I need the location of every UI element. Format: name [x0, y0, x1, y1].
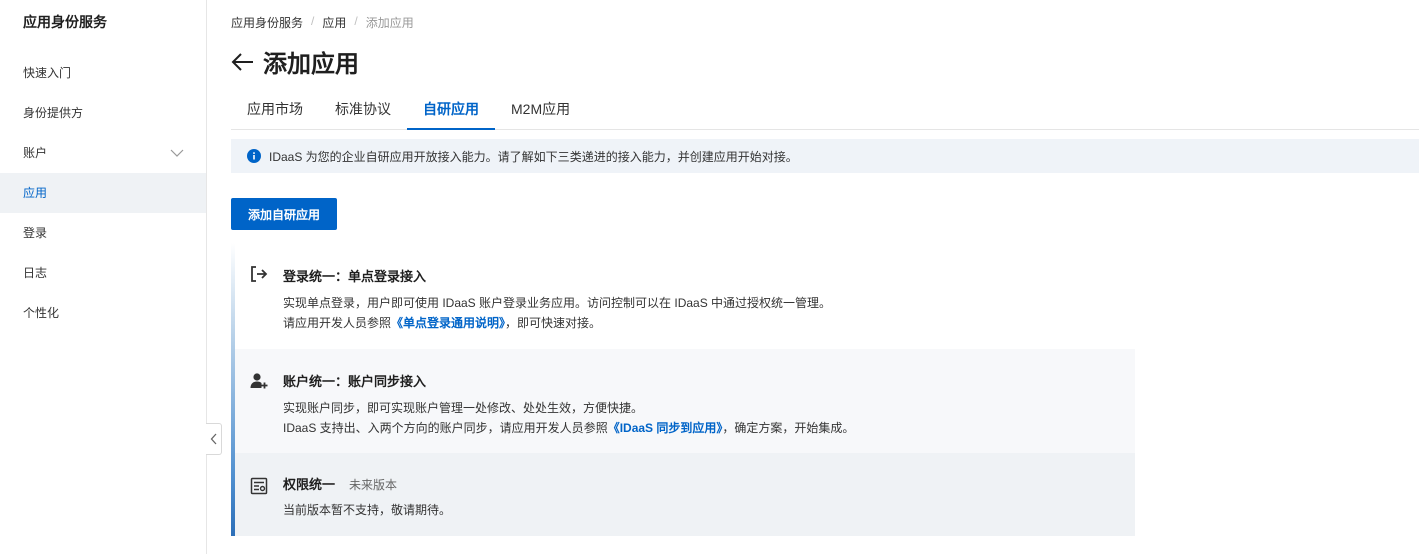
- back-arrow-icon[interactable]: [231, 50, 255, 74]
- sidebar-item-label: 账户: [23, 146, 48, 160]
- step-title: 账户统一：账户同步接入: [283, 374, 427, 389]
- sidebar-collapse-button[interactable]: [206, 423, 222, 455]
- step-description: 实现单点登录，用户即可使用 IDaaS 账户登录业务应用。访问控制可以在 IDa…: [283, 293, 831, 333]
- sidebar-item-login[interactable]: 登录: [0, 213, 206, 253]
- sidebar-item-identity-provider[interactable]: 身份提供方: [0, 93, 206, 133]
- sidebar-item-applications[interactable]: 应用: [0, 173, 206, 213]
- breadcrumb-separator: /: [354, 14, 358, 28]
- tab-m2m-app[interactable]: M2M应用: [495, 90, 586, 129]
- step-desc-line: 实现账户同步，即可实现账户管理一处修改、处处生效，方便快捷。: [283, 401, 644, 415]
- breadcrumb-item-current: 添加应用: [365, 16, 414, 30]
- sidebar-item-personalization[interactable]: 个性化: [0, 293, 206, 333]
- step-description: 当前版本暂不支持，敬请期待。: [283, 503, 452, 517]
- step-desc-line: 请应用开发人员参照《单点登录通用说明》，即可快速对接。: [283, 313, 831, 333]
- notice-text: IDaaS 为您的企业自研应用开放接入能力。请了解如下三类递进的接入能力，并创建…: [269, 149, 798, 164]
- step-desc-text: ，确定方案，开始集成。: [722, 421, 855, 435]
- step-permission: 权限统一 未来版本 当前版本暂不支持，敬请期待。: [235, 453, 1135, 536]
- step-title-text: 权限统一: [283, 477, 336, 492]
- sidebar-item-quickstart[interactable]: 快速入门: [0, 53, 206, 93]
- step-desc-line: IDaaS 支持出、入两个方向的账户同步，请应用开发人员参照《IDaaS 同步到…: [283, 418, 854, 438]
- tab-standard-protocol[interactable]: 标准协议: [319, 90, 407, 129]
- chevron-left-icon: [210, 433, 216, 445]
- tab-app-market[interactable]: 应用市场: [231, 90, 319, 129]
- breadcrumb-item-service[interactable]: 应用身份服务: [231, 14, 303, 31]
- step-sso: 登录统一：单点登录接入 实现单点登录，用户即可使用 IDaaS 账户登录业务应用…: [235, 243, 1135, 349]
- sidebar: 应用身份服务 快速入门 身份提供方 账户 应用 登录 日志 个性化: [0, 0, 207, 554]
- idaas-sync-guide-link[interactable]: 《IDaaS 同步到应用》: [608, 421, 723, 435]
- sidebar-item-accounts[interactable]: 账户: [0, 133, 206, 173]
- step-desc-text: ，即可快速对接。: [505, 316, 602, 330]
- tab-bar: 应用市场 标准协议 自研应用 M2M应用: [231, 90, 1419, 130]
- user-add-icon: [250, 373, 268, 389]
- info-notice: IDaaS 为您的企业自研应用开放接入能力。请了解如下三类递进的接入能力，并创建…: [231, 139, 1419, 173]
- future-version-tag: 未来版本: [349, 478, 398, 492]
- tab-custom-app[interactable]: 自研应用: [407, 90, 495, 130]
- page-header: 添加应用: [231, 44, 359, 79]
- step-desc-line: 实现单点登录，用户即可使用 IDaaS 账户登录业务应用。访问控制可以在 IDa…: [283, 296, 832, 310]
- chevron-down-icon: [170, 133, 184, 173]
- info-icon: [247, 149, 261, 163]
- step-desc-text: IDaaS 支持出、入两个方向的账户同步，请应用开发人员参照: [283, 421, 608, 435]
- step-desc-text: 请应用开发人员参照: [283, 316, 392, 330]
- sidebar-title: 应用身份服务: [23, 14, 107, 30]
- add-custom-app-button[interactable]: 添加自研应用: [231, 198, 337, 230]
- breadcrumb: 应用身份服务 / 应用 / 添加应用: [231, 14, 414, 31]
- sidebar-item-logs[interactable]: 日志: [0, 253, 206, 293]
- step-description: 实现账户同步，即可实现账户管理一处修改、处处生效，方便快捷。 IDaaS 支持出…: [283, 398, 854, 438]
- login-arrow-icon: [251, 266, 268, 282]
- step-title: 权限统一 未来版本: [283, 474, 397, 493]
- step-account-sync: 账户统一：账户同步接入 实现账户同步，即可实现账户管理一处修改、处处生效，方便快…: [235, 349, 1135, 453]
- step-title: 登录统一：单点登录接入: [283, 269, 427, 284]
- breadcrumb-separator: /: [311, 14, 315, 28]
- permission-icon: [250, 477, 268, 495]
- sso-guide-link[interactable]: 《单点登录通用说明》: [391, 316, 505, 330]
- breadcrumb-item-applications[interactable]: 应用: [322, 14, 346, 31]
- page-title: 添加应用: [263, 51, 359, 78]
